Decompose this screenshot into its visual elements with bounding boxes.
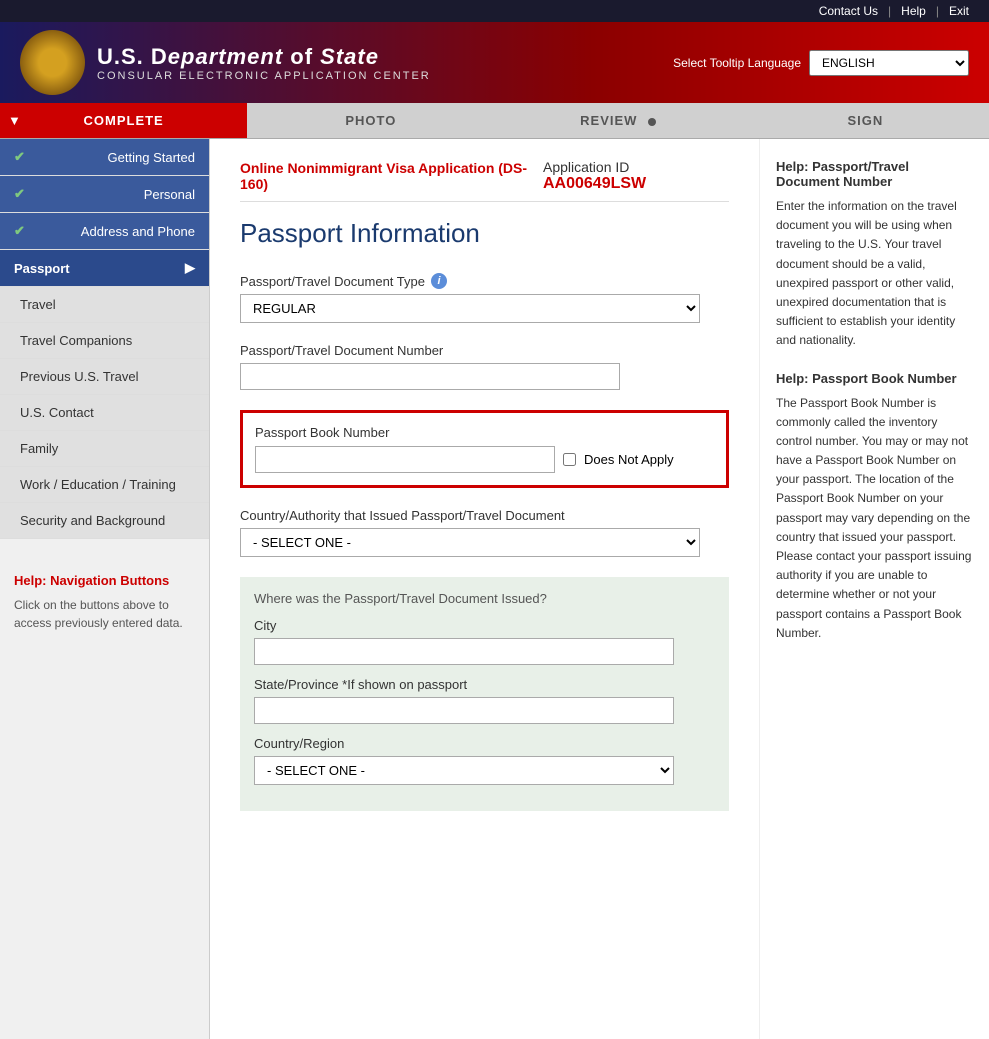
tooltip-lang-label: Select Tooltip Language: [673, 56, 801, 70]
sidebar-item-passport[interactable]: Passport ▶: [0, 250, 209, 287]
city-label: City: [254, 618, 715, 633]
header-title: U.S. Department of State CONSULAR ELECTR…: [97, 44, 431, 82]
agency-subtitle: CONSULAR ELECTRONIC APPLICATION CENTER: [97, 70, 431, 82]
contact-us-link[interactable]: Contact Us: [809, 4, 888, 18]
help-heading-1: Help: Passport/Travel Document Number: [776, 159, 973, 189]
country-issued-section: Country/Authority that Issued Passport/T…: [240, 508, 729, 557]
doc-number-label: Passport/Travel Document Number: [240, 343, 729, 358]
does-not-apply-checkbox[interactable]: [563, 453, 576, 466]
tooltip-language-select[interactable]: ENGLISH: [809, 50, 969, 76]
help-section-2: Help: Passport Book Number The Passport …: [776, 371, 973, 643]
country-issued-label: Country/Authority that Issued Passport/T…: [240, 508, 729, 523]
tab-photo[interactable]: PHOTO: [247, 103, 494, 138]
sidebar-item-personal[interactable]: Personal: [0, 176, 209, 213]
tab-complete[interactable]: COMPLETE: [0, 103, 247, 138]
help-heading-2: Help: Passport Book Number: [776, 371, 973, 386]
page-title: Passport Information: [240, 218, 729, 249]
review-dot: [648, 118, 656, 126]
exit-link[interactable]: Exit: [939, 4, 979, 18]
help-section-1: Help: Passport/Travel Document Number En…: [776, 159, 973, 351]
sidebar-item-us-contact[interactable]: U.S. Contact: [0, 395, 209, 431]
main-content: Online Nonimmigrant Visa Application (DS…: [210, 139, 759, 1039]
header-right: Select Tooltip Language ENGLISH: [673, 50, 969, 76]
sidebar-item-work-education[interactable]: Work / Education / Training: [0, 467, 209, 503]
sidebar-item-getting-started[interactable]: Getting Started: [0, 139, 209, 176]
book-number-highlight-box: Passport Book Number Does Not Apply: [240, 410, 729, 488]
sidebar-item-family[interactable]: Family: [0, 431, 209, 467]
city-input[interactable]: [254, 638, 674, 665]
sidebar-help-text: Click on the buttons above to access pre…: [14, 596, 195, 632]
doc-type-section: Passport/Travel Document Type i REGULAR …: [240, 273, 729, 323]
issued-where-label: Where was the Passport/Travel Document I…: [254, 591, 715, 606]
state-input[interactable]: [254, 697, 674, 724]
doc-type-label: Passport/Travel Document Type i: [240, 273, 729, 289]
help-text-1: Enter the information on the travel docu…: [776, 197, 973, 351]
doc-number-input[interactable]: [240, 363, 620, 390]
application-id: Application ID AA00649LSW: [543, 159, 729, 193]
country-region-label: Country/Region: [254, 736, 715, 751]
help-link[interactable]: Help: [891, 4, 936, 18]
content-area: Getting Started Personal Address and Pho…: [0, 139, 989, 1039]
sidebar-item-travel[interactable]: Travel: [0, 287, 209, 323]
agency-seal: ♔: [20, 30, 85, 95]
sidebar-item-travel-companions[interactable]: Travel Companions: [0, 323, 209, 359]
book-number-label: Passport Book Number: [255, 425, 714, 440]
state-label: State/Province *If shown on passport: [254, 677, 715, 692]
sidebar: Getting Started Personal Address and Pho…: [0, 139, 210, 1039]
book-number-row: Does Not Apply: [255, 446, 714, 473]
does-not-apply-label: Does Not Apply: [584, 452, 674, 467]
city-field: City: [254, 618, 715, 665]
doc-type-info-icon[interactable]: i: [431, 273, 447, 289]
nav-tabs: COMPLETE PHOTO REVIEW SIGN: [0, 103, 989, 139]
book-number-input[interactable]: [255, 446, 555, 473]
help-text-2: The Passport Book Number is commonly cal…: [776, 394, 973, 643]
country-issued-select[interactable]: - SELECT ONE -: [240, 528, 700, 557]
header: ♔ U.S. Department of State CONSULAR ELEC…: [0, 22, 989, 103]
page-header: Online Nonimmigrant Visa Application (DS…: [240, 159, 729, 202]
top-bar: Contact Us | Help | Exit: [0, 0, 989, 22]
doc-number-section: Passport/Travel Document Number: [240, 343, 729, 390]
help-panel: Help: Passport/Travel Document Number En…: [759, 139, 989, 1039]
sidebar-item-address-phone[interactable]: Address and Phone: [0, 213, 209, 250]
sidebar-help: Help: Navigation Buttons Click on the bu…: [0, 559, 209, 646]
department-name: U.S. Department of State: [97, 44, 431, 70]
sidebar-item-security-background[interactable]: Security and Background: [0, 503, 209, 539]
country-region-select[interactable]: - SELECT ONE -: [254, 756, 674, 785]
tab-review[interactable]: REVIEW: [495, 103, 742, 138]
sidebar-item-previous-travel[interactable]: Previous U.S. Travel: [0, 359, 209, 395]
doc-type-select[interactable]: REGULAR OFFICIAL DIPLOMATIC LAISSEZ-PASS…: [240, 294, 700, 323]
sidebar-help-title: Help: Navigation Buttons: [14, 573, 195, 588]
page-subtitle: Online Nonimmigrant Visa Application (DS…: [240, 160, 543, 192]
arrow-icon: ▶: [185, 260, 195, 276]
state-field: State/Province *If shown on passport: [254, 677, 715, 724]
header-left: ♔ U.S. Department of State CONSULAR ELEC…: [20, 30, 431, 95]
issued-where-section: Where was the Passport/Travel Document I…: [240, 577, 729, 811]
tab-sign[interactable]: SIGN: [742, 103, 989, 138]
country-region-field: Country/Region - SELECT ONE -: [254, 736, 715, 785]
